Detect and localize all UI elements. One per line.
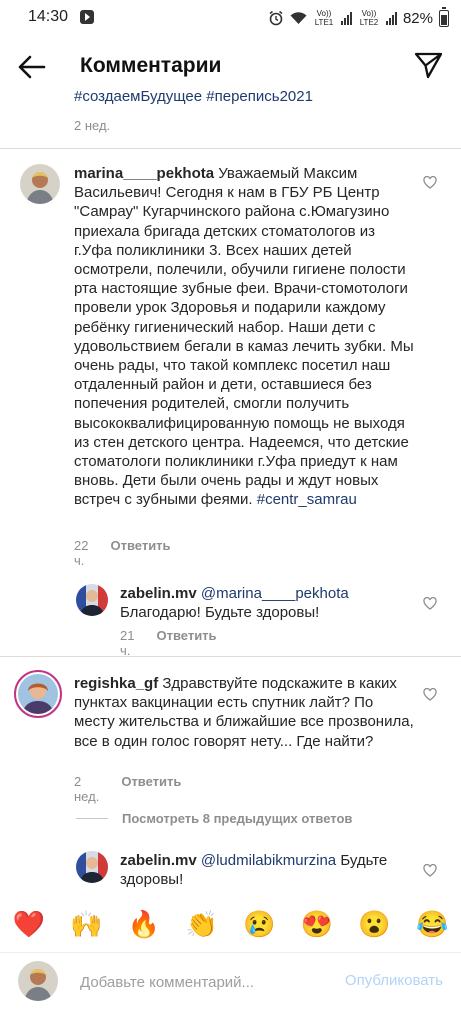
status-bar: 14:30 Vo)) LTE1 Vo)) LTE2 82%	[0, 0, 461, 36]
caption-time: 2 нед.	[74, 118, 111, 133]
view-previous-label: Посмотреть 8 предыдущих ответов	[122, 811, 353, 826]
reply-button[interactable]: Ответить	[110, 538, 170, 568]
publish-button[interactable]: Опубликовать	[345, 972, 443, 989]
comment-text: zabelin.mv @ludmilabikmurzina Будьте здо…	[120, 851, 410, 889]
divider-line	[76, 818, 108, 819]
comment-time: 21 ч.	[120, 628, 135, 658]
comment-meta: 21 ч. Ответить	[120, 628, 217, 658]
user-avatar-image	[18, 961, 58, 1001]
current-user-avatar	[18, 961, 58, 1001]
bottom-area	[0, 1008, 461, 1024]
user-avatar-image	[76, 851, 108, 883]
divider	[0, 148, 461, 149]
divider	[0, 656, 461, 657]
fire-emoji-button[interactable]: 🔥	[124, 909, 164, 939]
back-arrow-icon	[18, 55, 46, 79]
comment-text: regishka_gf Здравствуйте подскажите в ка…	[74, 674, 414, 751]
share-button[interactable]	[413, 50, 443, 80]
comment-username[interactable]: zabelin.mv	[120, 585, 197, 602]
view-previous-replies[interactable]: Посмотреть 8 предыдущих ответов	[76, 811, 352, 826]
comment-text: marina____pekhota Уважаемый Максим Васил…	[74, 164, 414, 510]
comment-body: Уважаемый Максим Васильевич! Сегодня к н…	[74, 165, 414, 509]
like-heart-icon[interactable]	[423, 597, 437, 610]
status-icons: Vo)) LTE1 Vo)) LTE2 82%	[268, 6, 449, 30]
lte2-indicator: Vo)) LTE2	[359, 9, 379, 27]
paper-plane-icon	[414, 52, 443, 79]
clapping-hands-emoji-button[interactable]: 👏	[182, 909, 222, 939]
battery-percent: 82%	[402, 9, 433, 27]
like-heart-icon[interactable]	[423, 688, 437, 701]
laughing-tears-emoji-button[interactable]: 😂	[412, 909, 452, 939]
comment-meta: 2 нед. Ответить	[74, 774, 181, 804]
comment-username[interactable]: regishka_gf	[74, 675, 158, 692]
surprised-face-emoji-button[interactable]: 😮	[355, 909, 395, 939]
avatar[interactable]	[20, 164, 60, 204]
user-avatar-image	[20, 164, 60, 204]
comment-username[interactable]: zabelin.mv	[120, 852, 197, 869]
crying-face-emoji-button[interactable]: 😢	[239, 909, 279, 939]
signal2-icon	[385, 11, 397, 25]
caption-hashtags[interactable]: #создаемБудущее #перепись2021	[74, 88, 313, 105]
user-avatar-image	[76, 584, 108, 616]
header: Комментарии	[0, 36, 461, 96]
reply-button[interactable]: Ответить	[121, 774, 181, 804]
lte1-indicator: Vo)) LTE1	[314, 9, 334, 27]
emoji-reaction-bar: ❤️ 🙌 🔥 👏 😢 😍 😮 😂	[0, 900, 461, 948]
comment-input-bar: Опубликовать	[0, 952, 461, 1008]
comment-body: Благодарю! Будьте здоровы!	[120, 604, 320, 622]
avatar[interactable]	[76, 851, 108, 883]
reply-button[interactable]: Ответить	[156, 628, 216, 658]
alarm-icon	[269, 10, 283, 26]
avatar-story-ring[interactable]	[14, 670, 62, 718]
comment-input[interactable]	[80, 971, 320, 993]
raising-hands-emoji-button[interactable]: 🙌	[66, 909, 106, 939]
like-heart-icon[interactable]	[423, 864, 437, 877]
wifi-icon	[290, 12, 307, 24]
red-heart-emoji-button[interactable]: ❤️	[9, 909, 49, 939]
battery-icon	[439, 6, 449, 27]
comment-mention[interactable]: @ludmilabikmurzina	[201, 852, 336, 869]
like-heart-icon[interactable]	[423, 176, 437, 189]
user-avatar-image	[18, 674, 58, 714]
comment-text: zabelin.mv @marina____pekhota Благодарю!…	[120, 584, 410, 622]
page-title: Комментарии	[80, 54, 222, 77]
comment-time: 2 нед.	[74, 774, 100, 804]
status-time: 14:30	[28, 8, 69, 25]
avatar[interactable]	[76, 584, 108, 616]
signal1-icon	[340, 11, 352, 25]
comment-time: 22 ч.	[74, 538, 89, 568]
notification-icon	[80, 10, 94, 24]
comment-hashtag[interactable]: #centr_samrau	[257, 491, 357, 508]
back-button[interactable]	[14, 50, 48, 84]
comment-meta: 22 ч. Ответить	[74, 538, 171, 568]
comment-mention[interactable]: @marina____pekhota	[201, 585, 349, 602]
heart-eyes-emoji-button[interactable]: 😍	[297, 909, 337, 939]
comment-username[interactable]: marina____pekhota	[74, 165, 214, 182]
